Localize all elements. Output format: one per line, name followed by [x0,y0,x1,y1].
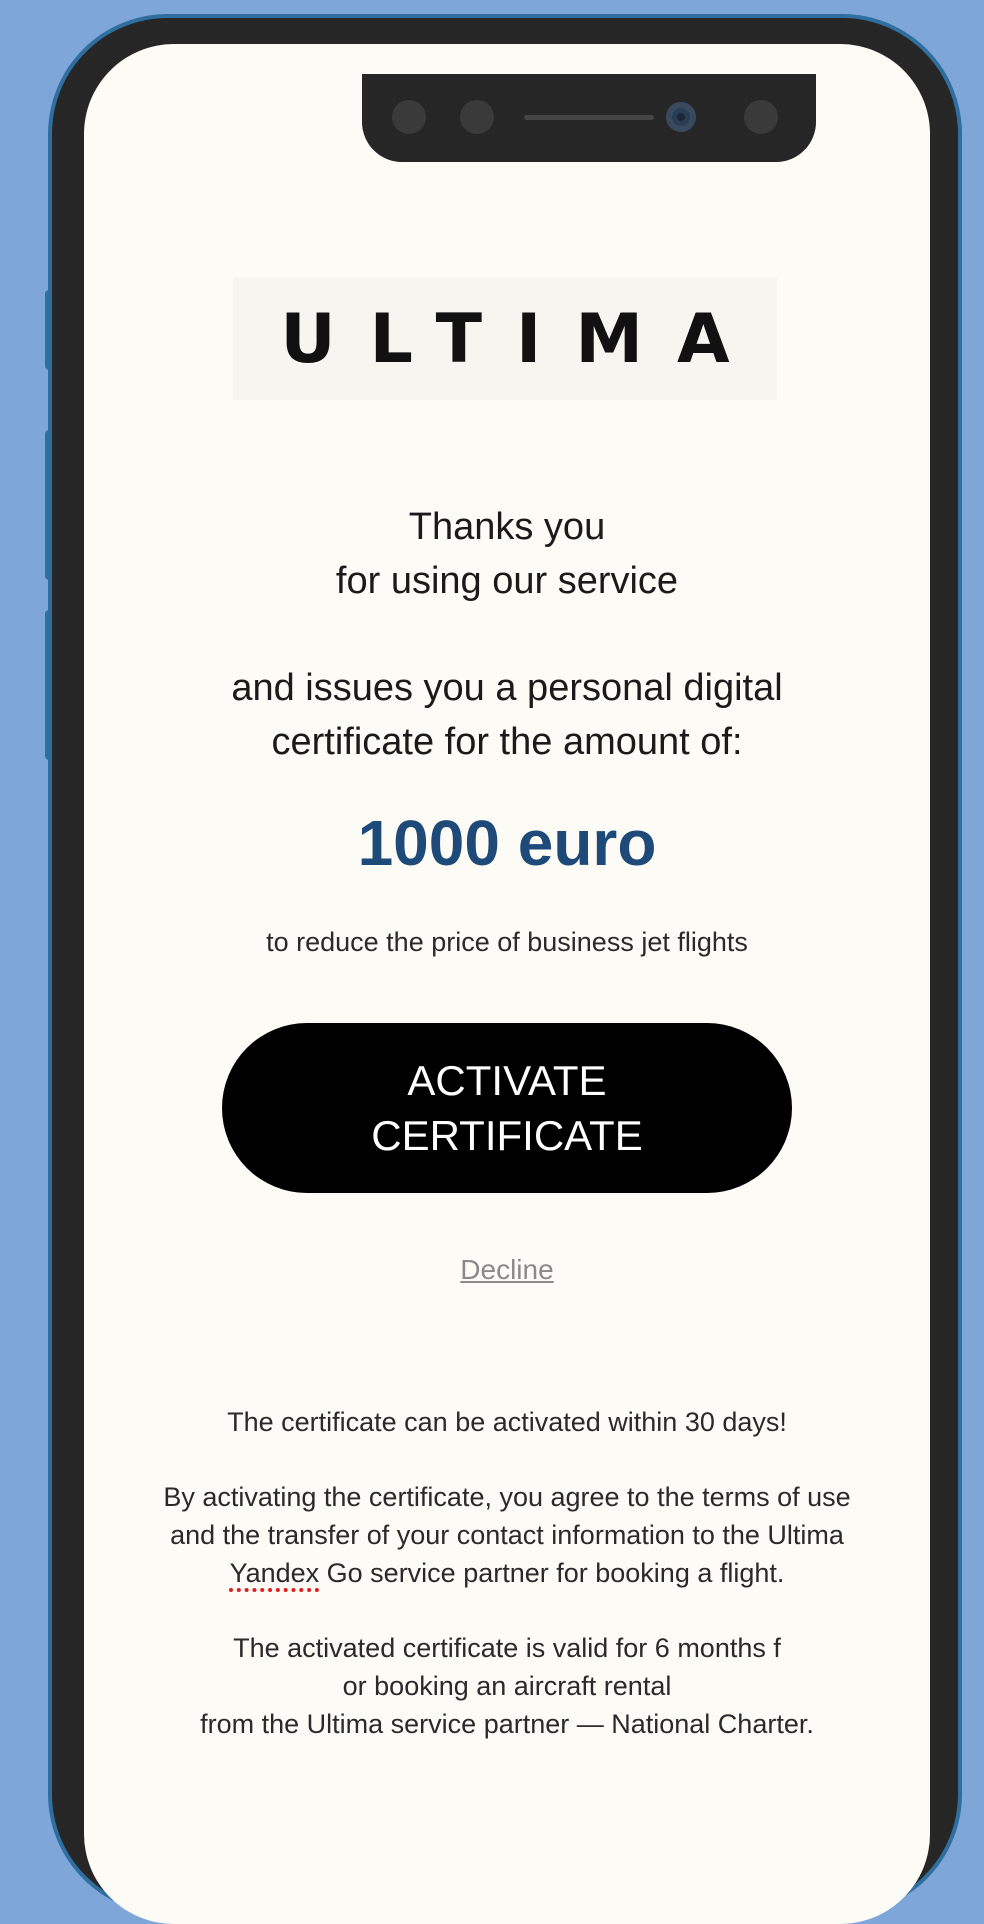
issue-line: certificate for the amount of: [271,721,743,763]
certificate-amount: 1000 euro [357,807,657,879]
agreement-note: By activating the certificate, you agree… [84,1478,930,1592]
brand-logo: ULTIMA [233,278,777,400]
agreement-line: By activating the certificate, you agree… [163,1482,851,1512]
validity-line: from the Ultima service partner — Nation… [200,1709,814,1739]
thanks-line: Thanks you [408,506,606,548]
issue-message: and issues you a personal digital certif… [84,661,930,769]
phone-notch [362,74,816,162]
validity-line: The activated certificate is valid for 6… [233,1633,781,1663]
speaker-grille [524,115,654,120]
thanks-line: for using our service [335,560,679,602]
sensor-icon [460,100,494,134]
sensor-icon [744,100,778,134]
agreement-line-rest: Go service partner for booking a flight. [319,1558,785,1588]
agreement-line: and the transfer of your contact informa… [170,1520,844,1550]
validity-line: or booking an aircraft rental [342,1671,672,1701]
phone-screen: ULTIMA Thanks you for using our service … [84,44,930,1924]
activate-button-label: CERTIFICATE [371,1112,643,1159]
agreement-line: Yandex Go service partner for booking a … [84,1554,930,1592]
issue-line: and issues you a personal digital [231,667,783,709]
decline-link[interactable]: Decline [84,1252,930,1288]
certificate-purpose: to reduce the price of business jet flig… [266,927,748,957]
logo-text: ULTIMA [280,299,764,379]
activate-button-label: ACTIVATE [407,1057,607,1104]
thanks-message: Thanks you for using our service [84,500,930,608]
camera-icon [666,102,696,132]
validity-note: The activated certificate is valid for 6… [84,1629,930,1743]
activate-certificate-button[interactable]: ACTIVATE CERTIFICATE [222,1023,792,1193]
spellcheck-word: Yandex [229,1558,320,1588]
sensor-icon [392,100,426,134]
activation-window-note: The certificate can be activated within … [227,1407,787,1437]
